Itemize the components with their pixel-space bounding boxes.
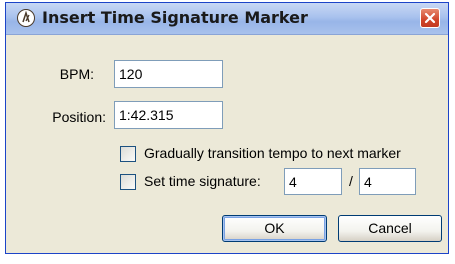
close-icon [424,12,436,24]
time-signature-denominator-input[interactable] [359,168,416,195]
cancel-button[interactable]: Cancel [338,215,442,242]
ok-button[interactable]: OK [222,215,327,242]
position-input[interactable] [114,101,223,129]
title-bar[interactable]: Insert Time Signature Marker [6,3,448,35]
dialog-window: Insert Time Signature Marker BPM: Positi… [5,2,449,254]
gradual-transition-label[interactable]: Gradually transition tempo to next marke… [144,145,401,161]
dialog-title: Insert Time Signature Marker [42,8,308,27]
close-button[interactable] [420,8,440,28]
metronome-icon [17,9,35,27]
set-time-signature-label[interactable]: Set time signature: [144,173,261,189]
position-label: Position: [52,109,106,125]
bpm-label: BPM: [59,66,94,82]
time-signature-numerator-input[interactable] [284,168,342,195]
bpm-input[interactable] [114,60,223,88]
time-signature-separator: / [349,173,353,189]
gradual-transition-checkbox[interactable] [120,146,136,162]
set-time-signature-checkbox[interactable] [120,174,136,190]
